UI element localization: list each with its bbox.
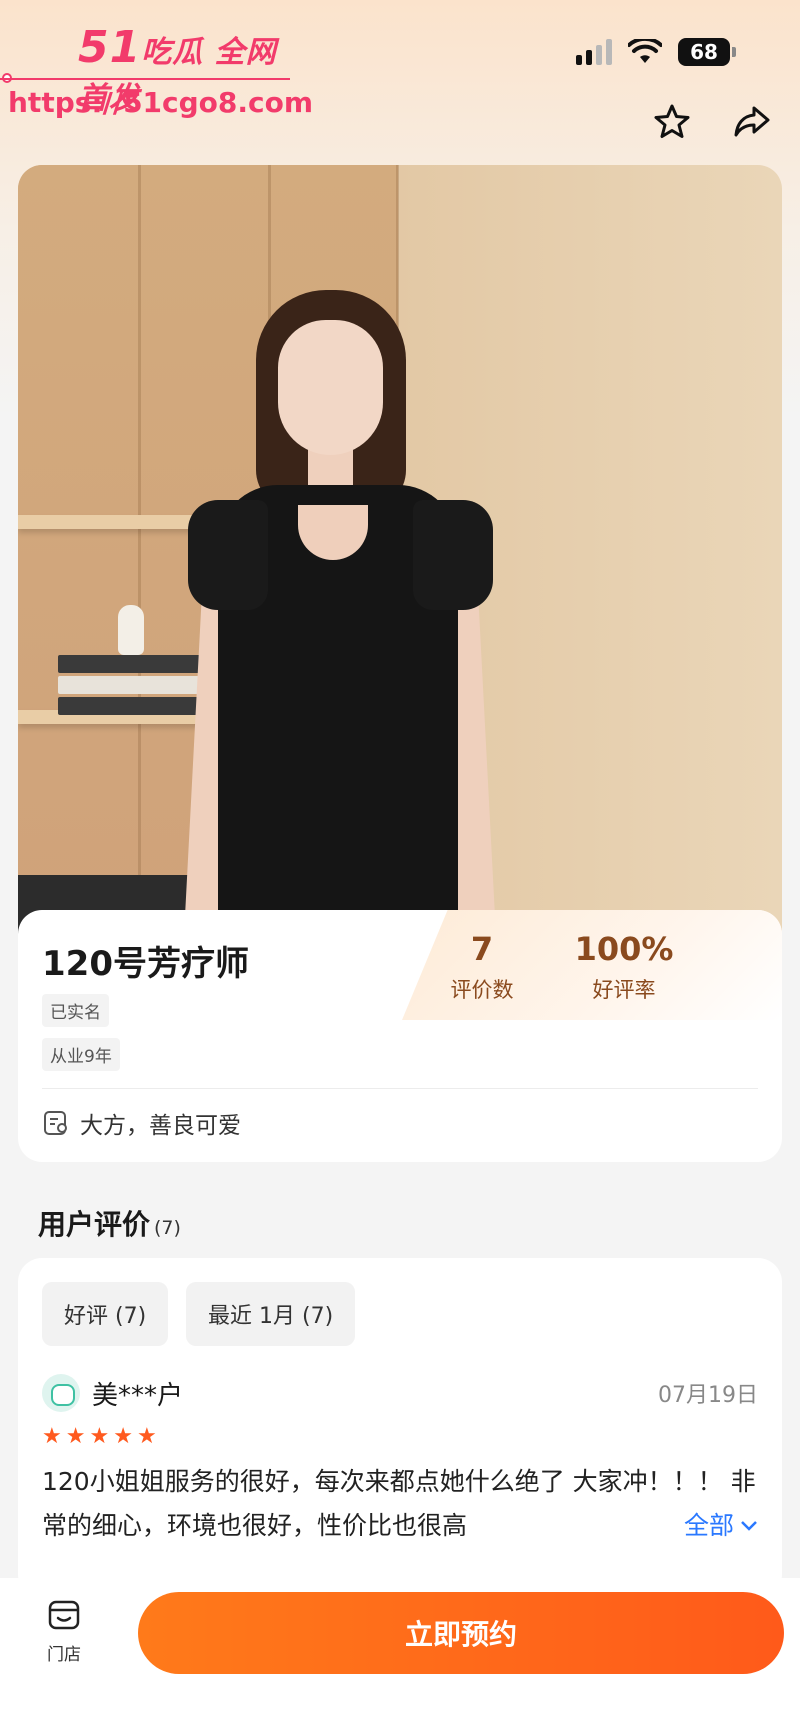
profile-card-icon	[44, 1111, 67, 1135]
bottom-action-bar: 门店 立即预约	[0, 1578, 800, 1736]
battery-indicator: 68	[678, 38, 736, 66]
status-bar: 68	[576, 38, 736, 66]
review-count-value: 7	[470, 930, 494, 968]
store-label: 门店	[47, 1645, 81, 1665]
intro-row: 大方，善良可爱	[42, 1106, 241, 1140]
review-expand-label: 全部	[683, 1511, 734, 1540]
store-icon	[48, 1600, 80, 1630]
header-actions	[652, 102, 772, 142]
therapist-name: 120号芳疗师	[42, 944, 249, 984]
reviews-card: 好评 (7) 最近 1月 (7) 美***户 07月19日 ★ ★ ★ ★ ★ …	[18, 1258, 782, 1598]
therapist-info-card: 120号芳疗师 已实名 从业9年 7 评价数 100% 好评率 大方，善良可爱	[18, 910, 782, 1162]
therapist-photo	[18, 165, 782, 945]
reviews-count: (7)	[154, 1217, 181, 1239]
review-count-stat[interactable]: 7 评价数	[422, 930, 542, 1004]
store-button[interactable]: 门店	[36, 1596, 92, 1665]
chevron-down-icon	[741, 1521, 757, 1531]
photo-panel-line	[138, 165, 141, 945]
info-divider	[42, 1088, 758, 1089]
review-count-label: 评价数	[450, 978, 514, 1002]
share-arrow-icon[interactable]	[732, 102, 772, 142]
filter-chip-recent-month[interactable]: 最近 1月 (7)	[186, 1282, 356, 1346]
review-text: 120小姐姐服务的很好，每次来都点她什么绝了 大家冲！！！ 非常的细心，环境也很…	[42, 1467, 756, 1540]
review-expand-button[interactable]: 全部	[677, 1504, 758, 1548]
star-outline-icon[interactable]	[652, 102, 692, 142]
wifi-icon	[628, 39, 662, 63]
positive-rate-value: 100%	[574, 930, 674, 968]
review-header: 美***户 07月19日	[42, 1374, 758, 1412]
reviews-title-text: 用户评价	[38, 1208, 151, 1241]
positive-rate-stat: 100% 好评率	[564, 930, 684, 1004]
review-date: 07月19日	[658, 1383, 758, 1408]
star-filled-icon: ★	[136, 1424, 157, 1449]
review-username: 美***户	[92, 1380, 184, 1411]
photo-vase	[118, 605, 144, 655]
book-now-button[interactable]: 立即预约	[138, 1592, 784, 1674]
photo-books	[58, 655, 208, 718]
photo-person	[183, 290, 518, 945]
watermark-line	[0, 78, 290, 80]
star-filled-icon: ★	[113, 1424, 133, 1449]
cellular-signal-icon	[576, 39, 612, 65]
positive-rate-label: 好评率	[592, 978, 656, 1002]
watermark: 51吃瓜 全网首发 https://51cgo8.com	[0, 18, 313, 119]
intro-text: 大方，善良可爱	[80, 1113, 241, 1139]
star-filled-icon: ★	[65, 1424, 86, 1449]
watermark-url: https://51cgo8.com	[8, 86, 314, 119]
filter-chip-positive[interactable]: 好评 (7)	[42, 1282, 169, 1346]
verified-tag: 已实名	[42, 994, 109, 1027]
reviews-section-title: 用户评价 (7)	[38, 1203, 181, 1243]
review-rating-stars: ★ ★ ★ ★ ★	[42, 1426, 157, 1448]
avatar	[42, 1374, 80, 1412]
star-filled-icon: ★	[42, 1424, 62, 1449]
experience-tag: 从业9年	[42, 1038, 120, 1071]
star-filled-icon: ★	[89, 1424, 110, 1449]
